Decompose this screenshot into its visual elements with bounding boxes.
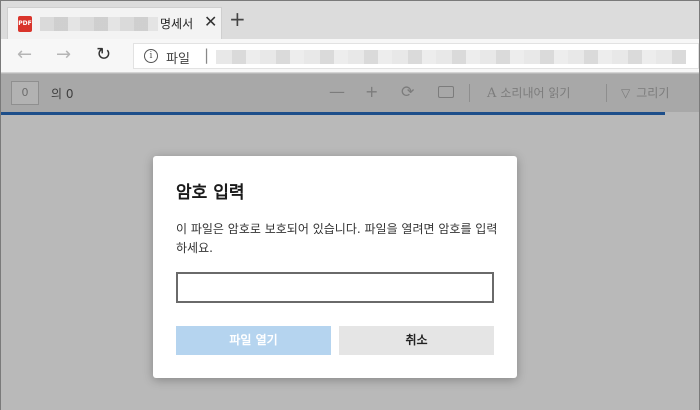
pdf-file-icon: PDF	[18, 16, 32, 32]
forward-arrow-icon[interactable]: →	[56, 44, 71, 66]
info-icon[interactable]: i	[144, 49, 158, 63]
read-aloud-icon: A	[487, 86, 497, 101]
url-field[interactable]: i 파일 |	[133, 43, 699, 69]
password-dialog: 암호 입력 이 파일은 암호로 보호되어 있습니다. 파일을 열려면 암호를 입…	[153, 156, 517, 378]
draw-icon: ▽	[621, 86, 631, 100]
reload-icon[interactable]: ↻	[96, 44, 111, 66]
open-file-button[interactable]: 파일 열기	[176, 326, 331, 355]
page-count-label: 의 0	[51, 87, 74, 101]
draw-button[interactable]: ▽ 그리기	[621, 84, 669, 101]
fit-page-icon[interactable]	[438, 86, 454, 98]
blurred-url-path	[216, 50, 686, 64]
read-aloud-button[interactable]: A 소리내어 읽기	[487, 84, 570, 101]
back-arrow-icon[interactable]: ←	[17, 44, 32, 66]
tab-bar: PDF 명세서 ✕ +	[1, 1, 699, 39]
zoom-in-icon[interactable]: +	[365, 83, 378, 101]
password-input[interactable]	[176, 272, 494, 303]
read-aloud-label: 소리내어 읽기	[500, 86, 571, 100]
address-bar: ← → ↻ i 파일 |	[1, 39, 699, 73]
dialog-message: 이 파일은 암호로 보호되어 있습니다. 파일을 열려면 암호를 입력하세요.	[176, 222, 498, 255]
url-separator: |	[204, 46, 210, 64]
rotate-icon[interactable]: ⟳	[401, 83, 414, 101]
toolbar-divider	[469, 84, 470, 102]
new-tab-button[interactable]: +	[229, 9, 246, 29]
pdf-toolbar: 0 의 0 — + ⟳ A 소리내어 읽기 ▽ 그리기	[1, 74, 699, 112]
browser-tab[interactable]: PDF 명세서 ✕	[7, 7, 222, 39]
cancel-button[interactable]: 취소	[339, 326, 494, 355]
toolbar-divider	[606, 84, 607, 102]
tab-title: 명세서	[160, 17, 194, 31]
zoom-out-icon[interactable]: —	[329, 83, 345, 101]
close-tab-icon[interactable]: ✕	[204, 13, 217, 31]
page-number-input[interactable]: 0	[11, 81, 39, 105]
dialog-title: 암호 입력	[176, 183, 245, 203]
url-scheme-label: 파일	[166, 52, 190, 67]
blurred-tab-title	[40, 17, 158, 31]
draw-label: 그리기	[636, 86, 670, 100]
